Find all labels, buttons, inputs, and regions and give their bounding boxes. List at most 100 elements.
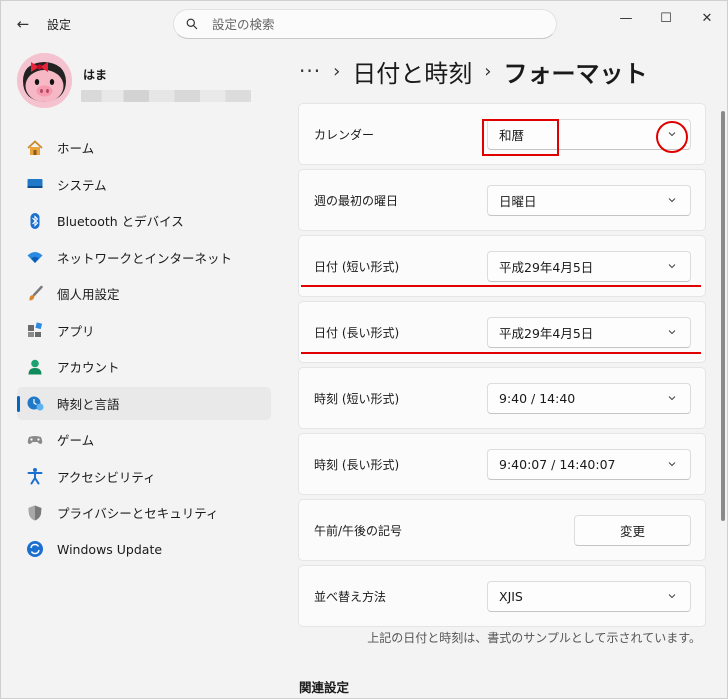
first-day-dropdown[interactable]: 日曜日 (487, 185, 691, 216)
system-monitor-icon (25, 174, 45, 194)
windows-update-icon (25, 539, 45, 559)
home-icon (25, 138, 45, 158)
search-box[interactable] (173, 9, 557, 39)
maximize-button[interactable]: ☐ (646, 7, 686, 29)
dropdown-value: 9:40:07 / 14:40:07 (499, 457, 616, 472)
sidebar-item-label: アプリ (57, 323, 95, 339)
long-date-dropdown[interactable]: 平成29年4月5日 (487, 317, 691, 348)
dropdown-value: 9:40 / 14:40 (499, 391, 576, 406)
chevron-down-icon (668, 264, 676, 269)
short-time-dropdown[interactable]: 9:40 / 14:40 (487, 383, 691, 414)
annotation-highlight-box (482, 119, 559, 156)
back-button[interactable]: ← (11, 13, 35, 35)
account-icon (25, 357, 45, 377)
sidebar-item-label: アカウント (57, 360, 120, 375)
minimize-icon: — (619, 10, 633, 26)
wifi-icon (25, 247, 45, 267)
sidebar-item-system[interactable]: システム (17, 168, 271, 201)
breadcrumb-separator-icon: › (333, 60, 341, 82)
dropdown-value: 平成29年4月5日 (499, 326, 594, 341)
setting-short-time: 時刻 (短い形式) 9:40 / 14:40 (298, 367, 706, 429)
search-input[interactable] (210, 15, 530, 33)
sidebar-item-network[interactable]: ネットワークとインターネット (17, 241, 271, 274)
annotation-highlight-circle (656, 121, 688, 153)
sidebar-item-label: 時刻と言語 (57, 396, 120, 412)
sort-order-dropdown[interactable]: XJIS (487, 581, 691, 612)
sidebar-item-time-language[interactable]: 時刻と言語 (17, 386, 271, 420)
apps-icon (25, 320, 45, 340)
avatar (17, 53, 72, 108)
setting-label: 時刻 (長い形式) (314, 457, 400, 472)
gamepad-icon (25, 430, 45, 450)
change-am-pm-button[interactable]: 変更 (574, 515, 691, 546)
breadcrumb-parent-link[interactable]: 日付と時刻 (352, 54, 472, 89)
setting-short-date: 日付 (短い形式) 平成29年4月5日 (298, 235, 706, 297)
sidebar-item-label: ホーム (57, 141, 95, 156)
user-name: はま (83, 68, 108, 82)
pig-avatar-icon (17, 53, 72, 108)
breadcrumb: ··· › 日付と時刻 › フォーマット (299, 53, 647, 89)
page-title: フォーマット (503, 59, 648, 88)
annotation-underline (301, 285, 701, 287)
sidebar-item-apps[interactable]: アプリ (17, 314, 271, 347)
sidebar-item-gaming[interactable]: ゲーム (17, 423, 271, 456)
chevron-down-icon (668, 330, 676, 335)
accessibility-icon (25, 466, 45, 486)
chevron-down-icon (668, 396, 676, 401)
setting-label: 週の最初の曜日 (314, 193, 399, 208)
setting-am-pm-symbols: 午前/午後の記号 変更 (298, 499, 706, 561)
back-arrow-icon: ← (16, 15, 30, 33)
shield-icon (25, 503, 45, 523)
close-icon: ✕ (701, 10, 713, 26)
annotation-underline (301, 352, 701, 354)
time-language-icon (25, 393, 45, 413)
setting-label: 午前/午後の記号 (314, 523, 403, 538)
user-profile[interactable]: はま (17, 53, 277, 109)
content-scrollbar[interactable] (721, 111, 725, 521)
sidebar-item-label: Bluetooth とデバイス (57, 214, 184, 229)
sidebar-item-label: ゲーム (57, 433, 95, 448)
sidebar-item-accessibility[interactable]: アクセシビリティ (17, 460, 271, 493)
setting-long-time: 時刻 (長い形式) 9:40:07 / 14:40:07 (298, 433, 706, 495)
long-time-dropdown[interactable]: 9:40:07 / 14:40:07 (487, 449, 691, 480)
chevron-down-icon (668, 198, 676, 203)
sidebar-nav: ホーム システム Bluetooth とデバイス ネットワークとインターネット … (17, 131, 271, 569)
sidebar-item-label: Windows Update (57, 541, 163, 557)
setting-sort-order: 並べ替え方法 XJIS (298, 565, 706, 627)
sidebar-item-bluetooth[interactable]: Bluetooth とデバイス (17, 204, 271, 237)
sidebar-item-label: アクセシビリティ (57, 469, 156, 485)
title-bar: ← 設定 — ☐ ✕ (1, 1, 728, 47)
setting-first-day-of-week: 週の最初の曜日 日曜日 (298, 169, 706, 231)
sidebar-item-personalization[interactable]: 個人用設定 (17, 277, 271, 310)
sidebar-item-windows-update[interactable]: Windows Update (17, 533, 271, 566)
related-settings-heading: 関連設定 (299, 680, 350, 695)
dropdown-value: 日曜日 (499, 194, 537, 209)
user-email-redacted (81, 90, 251, 102)
breadcrumb-more-button[interactable]: ··· (299, 59, 321, 83)
minimize-button[interactable]: — (606, 7, 646, 29)
bluetooth-icon (25, 211, 45, 231)
sidebar-item-home[interactable]: ホーム (17, 131, 271, 164)
maximize-icon: ☐ (660, 10, 672, 26)
settings-window: ← 設定 — ☐ ✕ (0, 0, 728, 699)
setting-label: 日付 (長い形式) (314, 325, 400, 340)
sidebar-item-label: システム (57, 177, 107, 193)
search-icon (186, 18, 198, 30)
setting-label: 日付 (短い形式) (314, 259, 400, 274)
close-button[interactable]: ✕ (687, 7, 727, 29)
sidebar-item-label: 個人用設定 (57, 287, 120, 302)
sidebar-item-accounts[interactable]: アカウント (17, 350, 271, 383)
setting-label: 並べ替え方法 (314, 589, 387, 604)
app-title: 設定 (47, 18, 72, 32)
sample-note: 上記の日付と時刻は、書式のサンプルとして示されています。 (367, 631, 701, 645)
sidebar-item-label: プライバシーとセキュリティ (57, 506, 219, 521)
short-date-dropdown[interactable]: 平成29年4月5日 (487, 251, 691, 282)
dropdown-value: 平成29年4月5日 (499, 260, 594, 275)
chevron-down-icon (668, 594, 676, 599)
brush-icon (25, 284, 45, 304)
format-settings-list: カレンダー 和暦 週の最初の曜日 日曜日 日付 (短い形式) 平成29年4月5日… (298, 103, 706, 631)
breadcrumb-separator-icon: › (484, 60, 492, 82)
setting-label: カレンダー (314, 127, 375, 142)
setting-label: 時刻 (短い形式) (314, 391, 400, 406)
sidebar-item-privacy[interactable]: プライバシーとセキュリティ (17, 496, 271, 529)
